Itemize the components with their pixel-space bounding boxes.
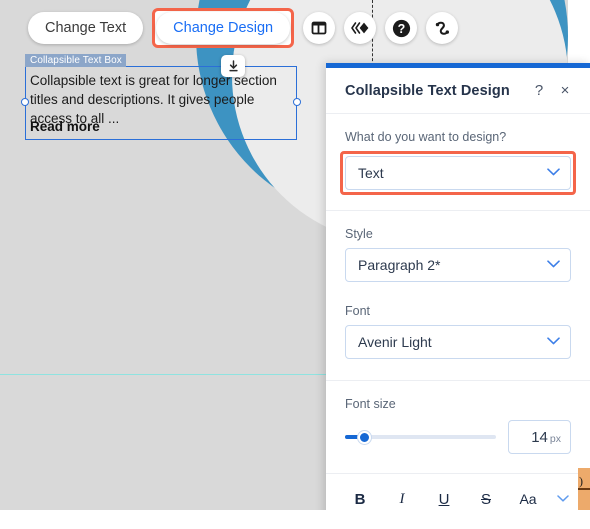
text-case-icon[interactable]: Aa — [513, 485, 543, 513]
download-icon[interactable] — [221, 55, 245, 77]
animation-icon[interactable] — [344, 12, 377, 44]
font-value: Avenir Light — [358, 334, 432, 350]
panel-close-icon[interactable]: × — [554, 80, 576, 102]
resize-handle-left[interactable] — [21, 98, 29, 106]
bold-icon[interactable]: B — [345, 485, 375, 513]
chevron-down-icon — [547, 259, 560, 271]
font-size-slider[interactable] — [345, 428, 496, 446]
font-label: Font — [345, 304, 371, 318]
bottom-white-strip — [0, 510, 590, 529]
floating-toolbar: Change Text Change Design ? — [28, 8, 459, 48]
element-type-label: Collapsible Text Box — [25, 54, 126, 67]
clipped-glyph: ) — [579, 474, 583, 488]
font-select[interactable]: Avenir Light — [345, 325, 571, 359]
chevron-down-icon — [547, 167, 560, 179]
style-value: Paragraph 2* — [358, 257, 441, 273]
panel-title: Collapsible Text Design — [345, 82, 510, 99]
font-size-field: Font size 14 px — [326, 381, 590, 454]
change-text-button[interactable]: Change Text — [28, 12, 144, 44]
design-target-label: What do you want to design? — [345, 130, 507, 144]
help-icon[interactable]: ? — [385, 12, 418, 44]
strikethrough-icon[interactable]: S — [471, 485, 501, 513]
chevron-down-icon[interactable] — [555, 493, 571, 505]
italic-icon[interactable]: I — [387, 485, 417, 513]
svg-text:?: ? — [397, 22, 405, 36]
font-size-unit: px — [549, 433, 561, 445]
layout-icon[interactable] — [303, 12, 336, 44]
collapsible-text-element[interactable]: Collapsible Text Box Collapsible text is… — [21, 54, 301, 140]
slider-knob[interactable] — [358, 430, 372, 444]
change-design-button[interactable]: Change Design — [156, 12, 291, 44]
font-field: Font Avenir Light — [326, 282, 590, 359]
style-select[interactable]: Paragraph 2* — [345, 248, 571, 282]
read-more-link[interactable]: Read more — [30, 119, 100, 134]
clipped-edge-element: ) — [578, 468, 590, 510]
font-size-label: Font size — [345, 397, 396, 411]
font-size-input[interactable]: 14 px — [508, 420, 571, 454]
stretch-icon[interactable] — [426, 12, 459, 44]
design-target-field: What do you want to design? Text — [326, 114, 590, 195]
design-target-select[interactable]: Text — [345, 156, 571, 190]
resize-handle-right[interactable] — [293, 98, 301, 106]
clipped-bar — [578, 488, 590, 490]
change-design-highlight: Change Design — [152, 8, 295, 48]
style-field: Style Paragraph 2* — [326, 211, 590, 282]
design-target-value: Text — [358, 165, 384, 181]
collapsible-text-design-panel: Collapsible Text Design ? × What do you … — [326, 63, 590, 529]
font-size-row: 14 px — [345, 420, 571, 454]
design-target-highlight: Text — [340, 151, 576, 195]
panel-help-icon[interactable]: ? — [528, 80, 550, 102]
panel-body: What do you want to design? Text Style P… — [326, 114, 590, 529]
panel-divider — [326, 473, 590, 474]
style-label: Style — [345, 227, 373, 241]
underline-icon[interactable]: U — [429, 485, 459, 513]
panel-header: Collapsible Text Design ? × — [326, 68, 590, 114]
chevron-down-icon — [547, 336, 560, 348]
font-size-value: 14 — [531, 429, 548, 446]
